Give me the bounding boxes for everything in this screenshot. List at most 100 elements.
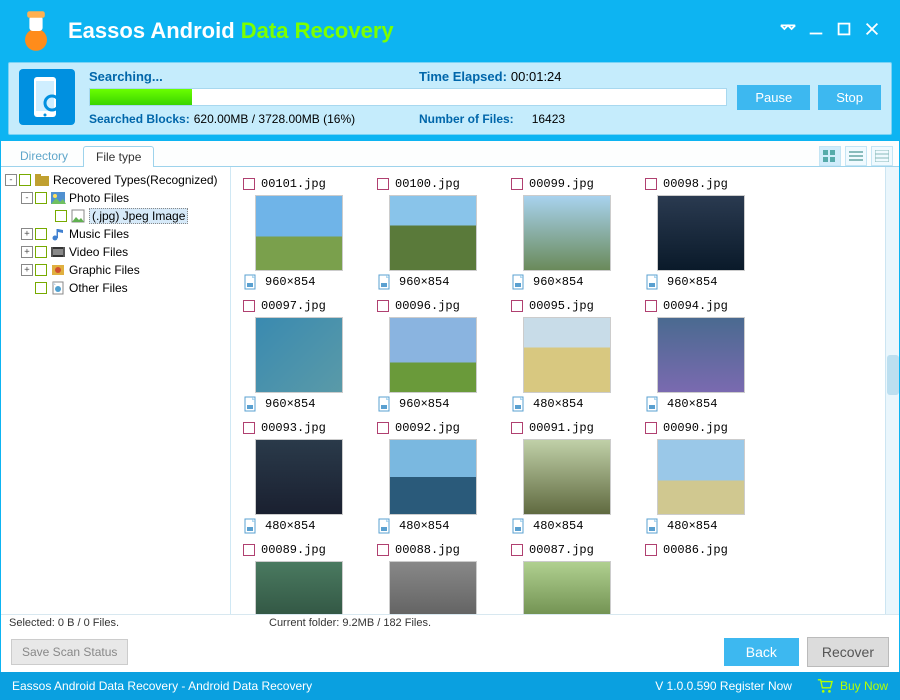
file-name: 00088.jpg [395,543,460,557]
tree-graphic-files[interactable]: + Graphic Files [3,261,228,279]
tab-filetype[interactable]: File type [83,146,154,167]
tree-jpeg[interactable]: (.jpg) Jpeg Image [3,207,228,225]
titlebar: Eassos Android Data Recovery [0,0,900,62]
version-register-link[interactable]: V 1.0.0.590 Register Now [655,679,792,693]
file-checkbox[interactable] [377,300,389,312]
collapse-icon[interactable]: - [5,174,17,186]
file-tile[interactable]: 00099.jpg960×854 [509,175,625,291]
file-checkbox[interactable] [511,544,523,556]
file-type-icon [377,274,393,290]
expand-icon[interactable]: + [21,228,33,240]
searched-blocks-value: 620.00MB / 3728.00MB (16%) [194,112,355,126]
tree-checkbox[interactable] [35,228,47,240]
app-logo-icon [14,9,58,53]
file-dimensions: 480×854 [265,519,315,533]
tree-photo-files[interactable]: - Photo Files [3,189,228,207]
view-thumbnails-button[interactable] [819,146,841,166]
tree-checkbox[interactable] [35,192,47,204]
file-name: 00093.jpg [261,421,326,435]
file-name: 00094.jpg [663,299,728,313]
file-checkbox[interactable] [645,178,657,190]
tree-other-files[interactable]: Other Files [3,279,228,297]
expand-icon[interactable]: + [21,246,33,258]
view-list-button[interactable] [845,146,867,166]
file-checkbox[interactable] [377,178,389,190]
file-checkbox[interactable] [645,422,657,434]
vertical-scrollbar[interactable] [885,167,899,614]
file-thumbnail [657,317,745,393]
searching-label: Searching... [89,69,419,84]
file-tile[interactable]: 00091.jpg 480×854 [509,419,625,535]
file-dimensions: 960×854 [533,275,583,289]
maximize-button[interactable] [830,20,858,43]
file-checkbox[interactable] [645,300,657,312]
file-tile[interactable]: 00089.jpg480×854 [241,541,357,614]
tree-checkbox[interactable] [19,174,31,186]
file-checkbox[interactable] [511,178,523,190]
stop-button[interactable]: Stop [818,85,881,110]
file-tile[interactable]: 00092.jpg480×854 [375,419,491,535]
scrollbar-thumb[interactable] [887,355,899,395]
file-checkbox[interactable] [243,422,255,434]
file-tile[interactable]: 00100.jpg960×854 [375,175,491,291]
file-tile[interactable]: 00098.jpg960×854 [643,175,759,291]
file-tile[interactable]: 00090.jpg480×854 [643,419,759,535]
file-thumbnail [523,195,611,271]
searched-blocks-label: Searched Blocks: [89,112,190,126]
close-button[interactable] [858,20,886,43]
file-type-icon [511,518,527,534]
tree-checkbox[interactable] [55,210,67,222]
tree-checkbox[interactable] [35,264,47,276]
file-tile[interactable]: 00094.jpg480×854 [643,297,759,413]
file-checkbox[interactable] [243,178,255,190]
file-thumbnail [523,317,611,393]
back-button[interactable]: Back [724,638,799,666]
collapse-icon[interactable]: - [21,192,33,204]
recover-button[interactable]: Recover [807,637,889,667]
file-checkbox[interactable] [511,422,523,434]
file-dimensions: 480×854 [533,397,583,411]
tab-directory[interactable]: Directory [7,145,81,166]
file-tile[interactable]: 00087.jpg480×854 [509,541,625,614]
music-category-icon [50,227,66,241]
tree-checkbox[interactable] [35,246,47,258]
file-checkbox[interactable] [377,422,389,434]
file-tile[interactable]: 00088.jpg480×854 [375,541,491,614]
file-thumbnail [389,317,477,393]
file-tile[interactable]: 00086.jpg [643,541,759,614]
file-checkbox[interactable] [377,544,389,556]
minimize-button[interactable] [802,20,830,43]
pause-button[interactable]: Pause [737,85,810,110]
file-checkbox[interactable] [511,300,523,312]
file-thumbnail [389,195,477,271]
other-category-icon [50,281,66,295]
file-tile[interactable]: 00096.jpg960×854 [375,297,491,413]
file-tile[interactable]: 00093.jpg 480×854 [241,419,357,535]
file-tile[interactable]: 00095.jpg480×854 [509,297,625,413]
file-name: 00090.jpg [663,421,728,435]
file-dimensions: 960×854 [399,397,449,411]
menu-dropdown-icon[interactable] [774,20,802,43]
file-type-icon [511,274,527,290]
expand-icon[interactable]: + [21,264,33,276]
tree-music-files[interactable]: + Music Files [3,225,228,243]
tree-root[interactable]: - Recovered Types(Recognized) [3,171,228,189]
file-checkbox[interactable] [243,544,255,556]
save-scan-status-button[interactable]: Save Scan Status [11,639,128,665]
file-name: 00089.jpg [261,543,326,557]
file-checkbox[interactable] [243,300,255,312]
graphic-category-icon [50,263,66,277]
file-thumbnail [657,195,745,271]
file-name: 00092.jpg [395,421,460,435]
file-name: 00091.jpg [529,421,594,435]
file-tile[interactable]: 00097.jpg960×854 [241,297,357,413]
tree-video-files[interactable]: + Video Files [3,243,228,261]
tree-checkbox[interactable] [35,282,47,294]
buy-now-link[interactable]: Buy Now [816,678,888,694]
file-dimensions: 480×854 [533,519,583,533]
progress-bar [89,88,727,106]
video-category-icon [50,245,66,259]
file-checkbox[interactable] [645,544,657,556]
view-details-button[interactable] [871,146,893,166]
file-tile[interactable]: 00101.jpg960×854 [241,175,357,291]
